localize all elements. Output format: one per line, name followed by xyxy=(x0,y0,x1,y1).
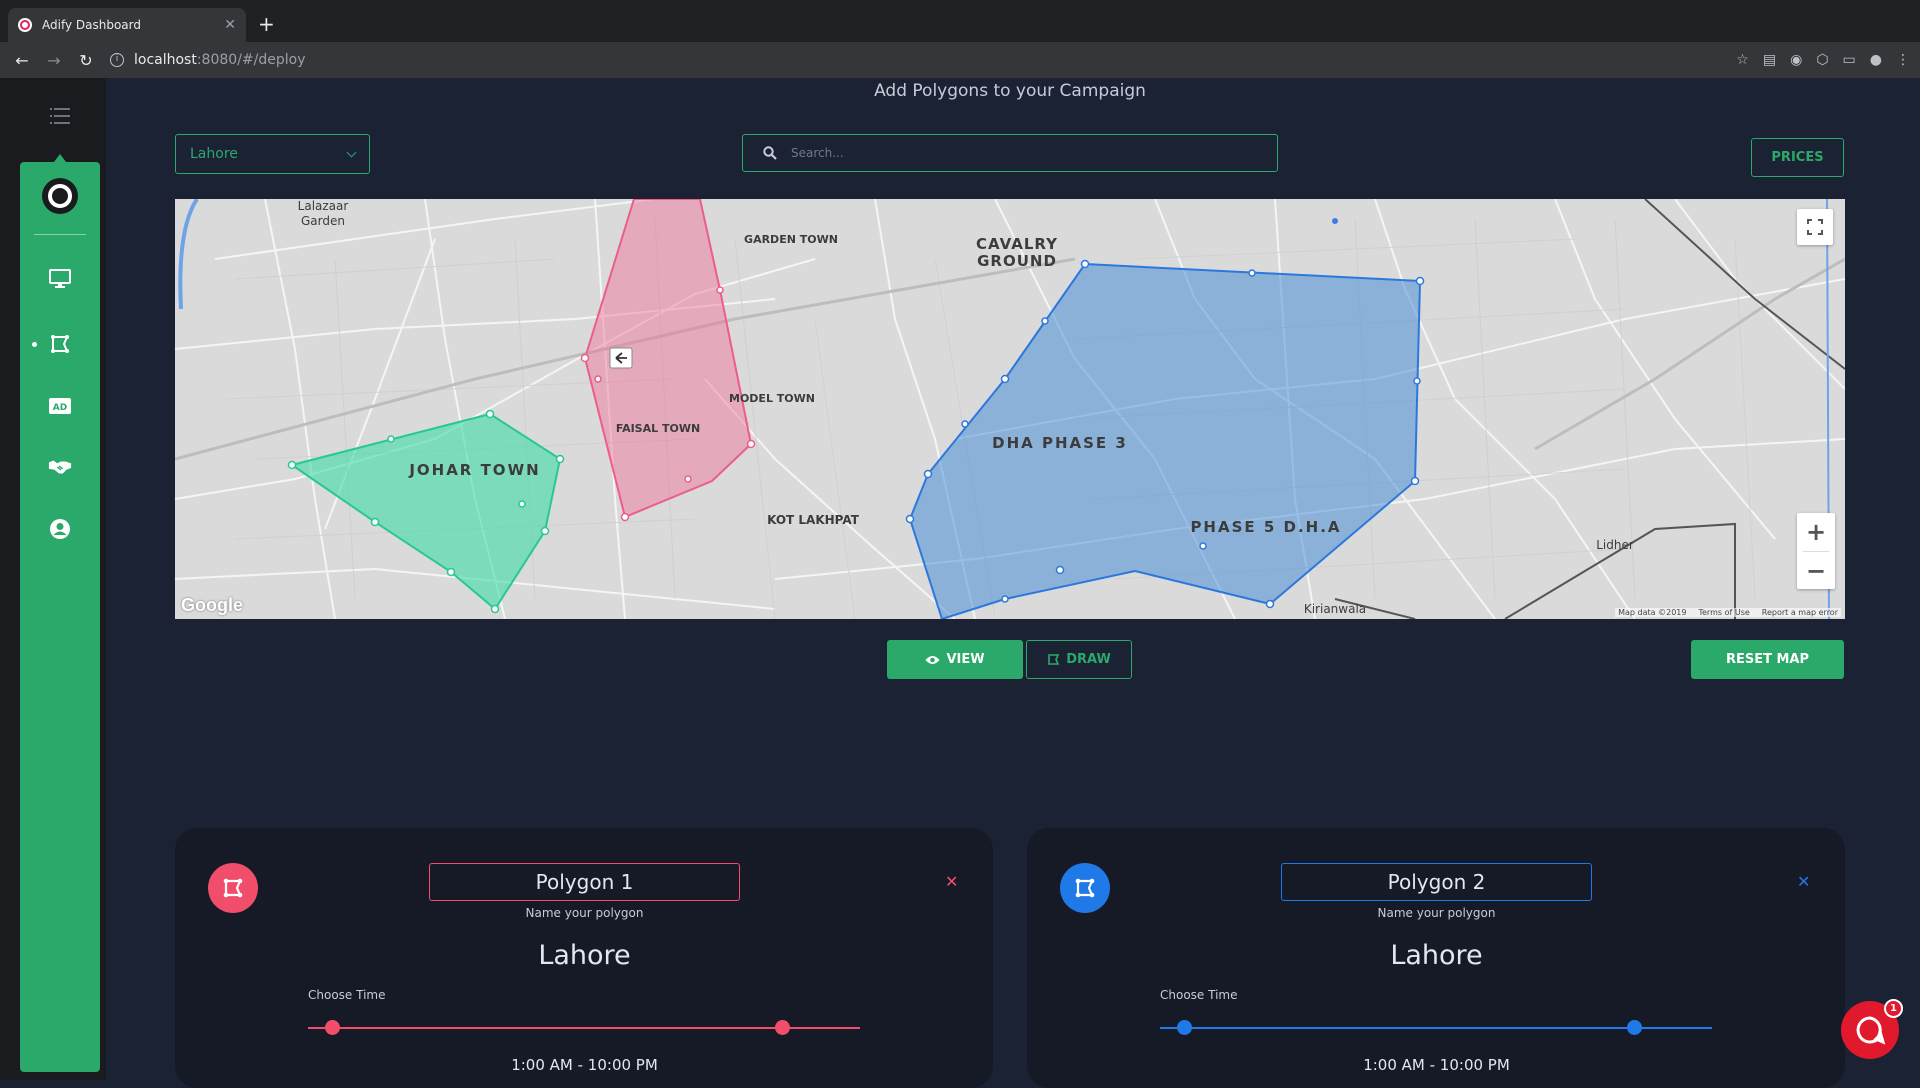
map-label-lalazaar: Lalazaar xyxy=(298,199,349,213)
time-slider-start-handle[interactable] xyxy=(325,1020,341,1035)
bookmark-star-icon[interactable]: ☆ xyxy=(1736,52,1749,68)
time-slider-start-handle[interactable] xyxy=(1177,1020,1193,1035)
browser-toolbar: ← → ↻ i localhost:8080/#/deploy ☆ ▤ ◉ ⬡ … xyxy=(0,42,1920,78)
city-select[interactable]: Lahore xyxy=(175,134,370,174)
map-label-dha-phase3: DHA PHASE 3 xyxy=(992,434,1128,452)
map-label-model-town: MODEL TOWN xyxy=(729,392,815,405)
map-label-faisal-town: FAISAL TOWN xyxy=(616,422,700,435)
time-range-text: 1:00 AM - 10:00 PM xyxy=(1363,1056,1510,1074)
prices-button[interactable]: PRICES xyxy=(1751,138,1844,177)
report-error-link[interactable]: Report a map error xyxy=(1762,608,1838,617)
map-label-johar-town: JOHAR TOWN xyxy=(408,461,540,479)
extension-icon[interactable]: ◉ xyxy=(1790,52,1802,68)
map-label-lidher: Lidher xyxy=(1596,538,1634,552)
map-label-garden-town: GARDEN TOWN xyxy=(744,233,838,246)
sidebar-divider xyxy=(34,234,86,235)
chat-icon xyxy=(1856,1016,1886,1045)
map-attribution: Map data ©2019 Terms of Use Report a map… xyxy=(1615,608,1841,617)
polygon-icon[interactable] xyxy=(48,333,72,355)
monitor-icon[interactable] xyxy=(48,268,72,290)
polygon-name-hint: Name your polygon xyxy=(1377,906,1496,920)
draw-button[interactable]: DRAW xyxy=(1026,640,1132,679)
handshake-icon[interactable] xyxy=(48,456,72,478)
draw-button-label: DRAW xyxy=(1066,652,1111,667)
map[interactable]: Lalazaar Garden CAVALRY GROUND GARDEN TO… xyxy=(175,199,1845,619)
map-label-kirianwala: Kirianwala xyxy=(1304,602,1366,616)
extension-icon[interactable]: ▤ xyxy=(1763,52,1776,68)
polygon-city: Lahore xyxy=(538,940,631,971)
menu-toggle-icon[interactable] xyxy=(50,106,72,126)
search-icon xyxy=(763,146,777,160)
polygon-card: Name your polygon ✕ Lahore Choose Time 1… xyxy=(175,828,993,1088)
time-range-text: 1:00 AM - 10:00 PM xyxy=(511,1056,658,1074)
profile-icon[interactable]: ● xyxy=(1870,52,1882,68)
extension-icon[interactable]: ⬡ xyxy=(1816,52,1828,68)
zoom-out-icon[interactable]: − xyxy=(1806,552,1826,589)
site-info-icon[interactable]: i xyxy=(110,53,124,67)
zoom-in-icon[interactable]: + xyxy=(1806,513,1826,551)
map-label-phase5: PHASE 5 D.H.A xyxy=(1190,518,1341,536)
chat-unread-badge: 1 xyxy=(1884,999,1903,1018)
browser-tabbar: Adify Dashboard ✕ + xyxy=(0,0,1920,42)
reload-icon[interactable]: ↻ xyxy=(70,51,102,70)
new-tab-icon[interactable]: + xyxy=(258,12,275,36)
map-label-cavalry: CAVALRY xyxy=(976,235,1058,253)
close-icon[interactable]: ✕ xyxy=(1797,872,1810,891)
active-indicator xyxy=(32,342,37,347)
polygon-badge-icon xyxy=(1060,863,1110,913)
map-canvas[interactable]: Lalazaar Garden CAVALRY GROUND GARDEN TO… xyxy=(175,199,1845,619)
view-button[interactable]: VIEW xyxy=(887,640,1023,679)
map-label-kot-lakhpat: KOT LAKHPAT xyxy=(767,513,860,527)
cast-icon[interactable]: ▭ xyxy=(1843,52,1856,68)
fullscreen-icon[interactable] xyxy=(1797,209,1833,245)
polygon-draw-icon xyxy=(1048,654,1060,665)
reset-map-button[interactable]: RESET MAP xyxy=(1691,640,1844,679)
polygon-badge-icon xyxy=(208,863,258,913)
map-label-garden: Garden xyxy=(301,214,345,228)
adify-favicon xyxy=(18,18,32,32)
polygon-name-input[interactable] xyxy=(429,863,740,901)
page-heading: Add Polygons to your Campaign xyxy=(874,81,1146,101)
url-host: localhost xyxy=(134,52,197,68)
tab-title: Adify Dashboard xyxy=(42,18,141,32)
url-path: :8080/#/deploy xyxy=(196,52,306,68)
browser-tab[interactable]: Adify Dashboard ✕ xyxy=(8,8,246,42)
chevron-down-icon xyxy=(346,147,357,157)
forward-icon[interactable]: → xyxy=(38,51,70,70)
view-button-label: VIEW xyxy=(946,652,985,667)
back-icon[interactable]: ← xyxy=(6,51,38,70)
polygon-name-input[interactable] xyxy=(1281,863,1592,901)
svg-text:AD: AD xyxy=(53,403,67,413)
polygon-name-hint: Name your polygon xyxy=(525,906,644,920)
extension-icons: ☆ ▤ ◉ ⬡ ▭ ● ⋮ xyxy=(1736,52,1910,68)
choose-time-label: Choose Time xyxy=(1160,988,1238,1002)
ad-icon[interactable]: AD xyxy=(48,395,72,417)
map-data-text: Map data ©2019 xyxy=(1618,608,1687,617)
time-slider-end-handle[interactable] xyxy=(1627,1020,1643,1035)
user-icon[interactable] xyxy=(48,518,72,540)
address-bar[interactable]: i localhost:8080/#/deploy xyxy=(110,52,305,68)
terms-link[interactable]: Terms of Use xyxy=(1698,608,1749,617)
polygon-city: Lahore xyxy=(1390,940,1483,971)
search-input[interactable] xyxy=(791,146,1251,160)
city-select-value: Lahore xyxy=(190,146,238,162)
sidebar: AD xyxy=(20,154,100,1072)
zoom-controls: + − xyxy=(1797,513,1835,589)
polygon-card: Name your polygon ✕ Lahore Choose Time 1… xyxy=(1027,828,1845,1088)
time-slider-end-handle[interactable] xyxy=(775,1020,791,1035)
map-label-ground: GROUND xyxy=(977,252,1057,270)
browser-menu-icon[interactable]: ⋮ xyxy=(1896,52,1910,68)
tab-close-icon[interactable]: ✕ xyxy=(224,17,236,33)
choose-time-label: Choose Time xyxy=(308,988,386,1002)
search-box[interactable] xyxy=(742,134,1278,172)
google-logo: Google xyxy=(181,595,243,615)
adify-logo xyxy=(42,178,78,214)
close-icon[interactable]: ✕ xyxy=(945,872,958,891)
eye-icon xyxy=(925,655,940,664)
